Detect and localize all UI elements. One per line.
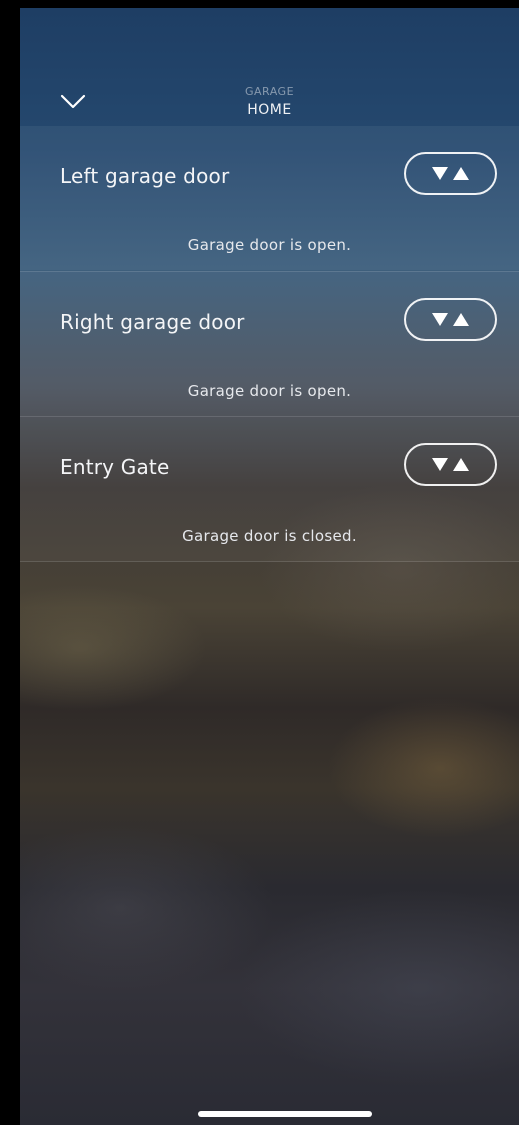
device-name: Left garage door xyxy=(60,164,230,188)
device-row-left-garage-door: Left garage door Garage door is open. xyxy=(20,126,519,270)
down-arrow-icon xyxy=(432,458,448,471)
up-arrow-icon xyxy=(453,458,469,471)
device-name: Right garage door xyxy=(60,310,245,334)
device-row-entry-gate: Entry Gate Garage door is closed. xyxy=(20,417,519,561)
open-close-toggle-button[interactable] xyxy=(404,443,497,486)
header: GARAGE HOME xyxy=(20,8,519,126)
open-close-toggle-button[interactable] xyxy=(404,298,497,341)
home-indicator[interactable] xyxy=(198,1111,372,1117)
open-close-toggle-button[interactable] xyxy=(404,152,497,195)
down-arrow-icon xyxy=(432,313,448,326)
down-arrow-icon xyxy=(432,167,448,180)
device-row-right-garage-door: Right garage door Garage door is open. xyxy=(20,272,519,416)
up-arrow-icon xyxy=(453,167,469,180)
device-status: Garage door is open. xyxy=(187,382,352,400)
row-divider xyxy=(20,561,519,562)
device-status: Garage door is closed. xyxy=(182,527,357,545)
header-title: HOME xyxy=(247,102,292,118)
device-status: Garage door is open. xyxy=(187,236,352,254)
device-name: Entry Gate xyxy=(60,455,170,479)
app-screen: GARAGE HOME Left garage door Garage door… xyxy=(20,8,519,1125)
header-subtitle: GARAGE xyxy=(244,85,295,98)
up-arrow-icon xyxy=(453,313,469,326)
